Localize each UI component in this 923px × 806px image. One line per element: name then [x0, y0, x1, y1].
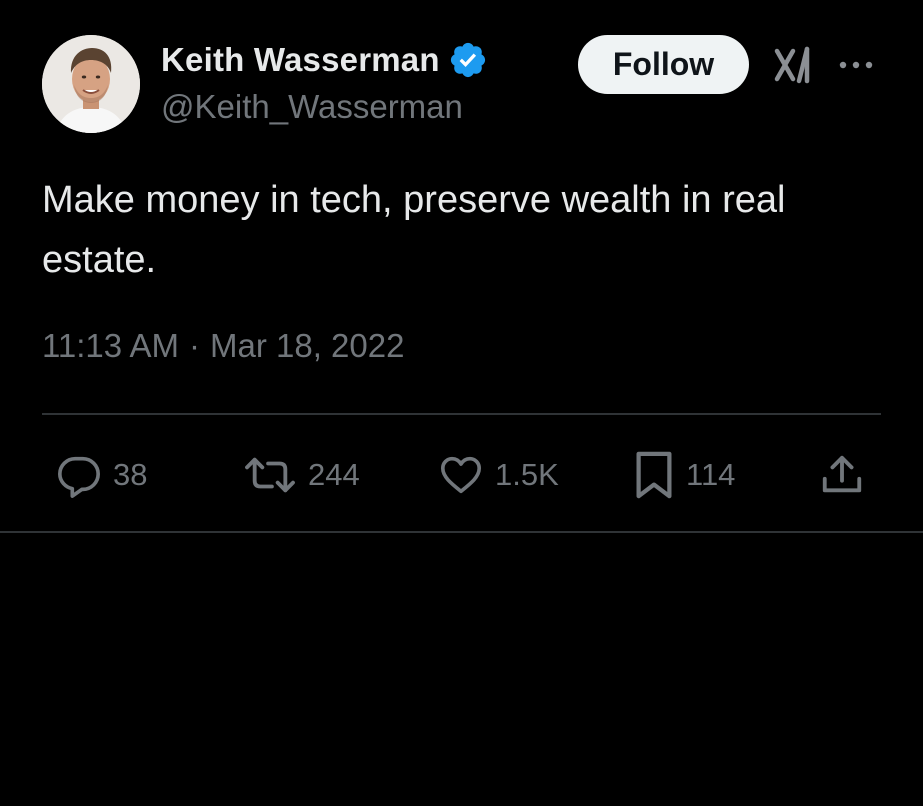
grok-button[interactable] — [771, 43, 815, 87]
author-name-row: Keith Wasserman — [161, 38, 488, 82]
divider — [42, 413, 881, 415]
retweet-button[interactable]: 244 — [242, 452, 360, 498]
more-options-button[interactable] — [834, 50, 878, 80]
divider — [0, 531, 923, 533]
heart-icon — [440, 456, 482, 494]
reply-icon — [58, 456, 100, 498]
share-icon — [822, 455, 862, 493]
avatar-image — [42, 35, 140, 133]
like-button[interactable]: 1.5K — [437, 452, 559, 498]
like-count: 1.5K — [495, 457, 559, 492]
reply-button[interactable]: 38 — [55, 452, 147, 498]
more-icon — [839, 61, 873, 69]
share-button[interactable] — [819, 452, 865, 498]
display-name[interactable]: Keith Wasserman — [161, 41, 440, 79]
tweet-card: Keith Wasserman @Keith_Wasserman Follow … — [0, 0, 923, 806]
bookmark-button[interactable]: 114 — [632, 451, 736, 499]
timestamp-separator: · — [188, 327, 200, 364]
tweet-date: Mar 18, 2022 — [209, 327, 405, 364]
avatar[interactable] — [42, 35, 140, 133]
follow-button[interactable]: Follow — [578, 35, 749, 94]
reply-count: 38 — [113, 457, 148, 492]
tweet-timestamp[interactable]: 11:13 AM · Mar 18, 2022 — [42, 327, 404, 365]
bookmark-count: 114 — [686, 457, 736, 492]
bookmark-icon — [636, 451, 672, 499]
tweet-text: Make money in tech, preserve wealth in r… — [42, 179, 786, 281]
retweet-count: 244 — [308, 457, 360, 492]
retweet-icon — [245, 457, 295, 493]
author-handle[interactable]: @Keith_Wasserman — [161, 88, 463, 126]
tweet-time: 11:13 AM — [42, 327, 179, 364]
grok-icon — [774, 46, 810, 84]
verified-badge-icon[interactable] — [448, 40, 488, 80]
